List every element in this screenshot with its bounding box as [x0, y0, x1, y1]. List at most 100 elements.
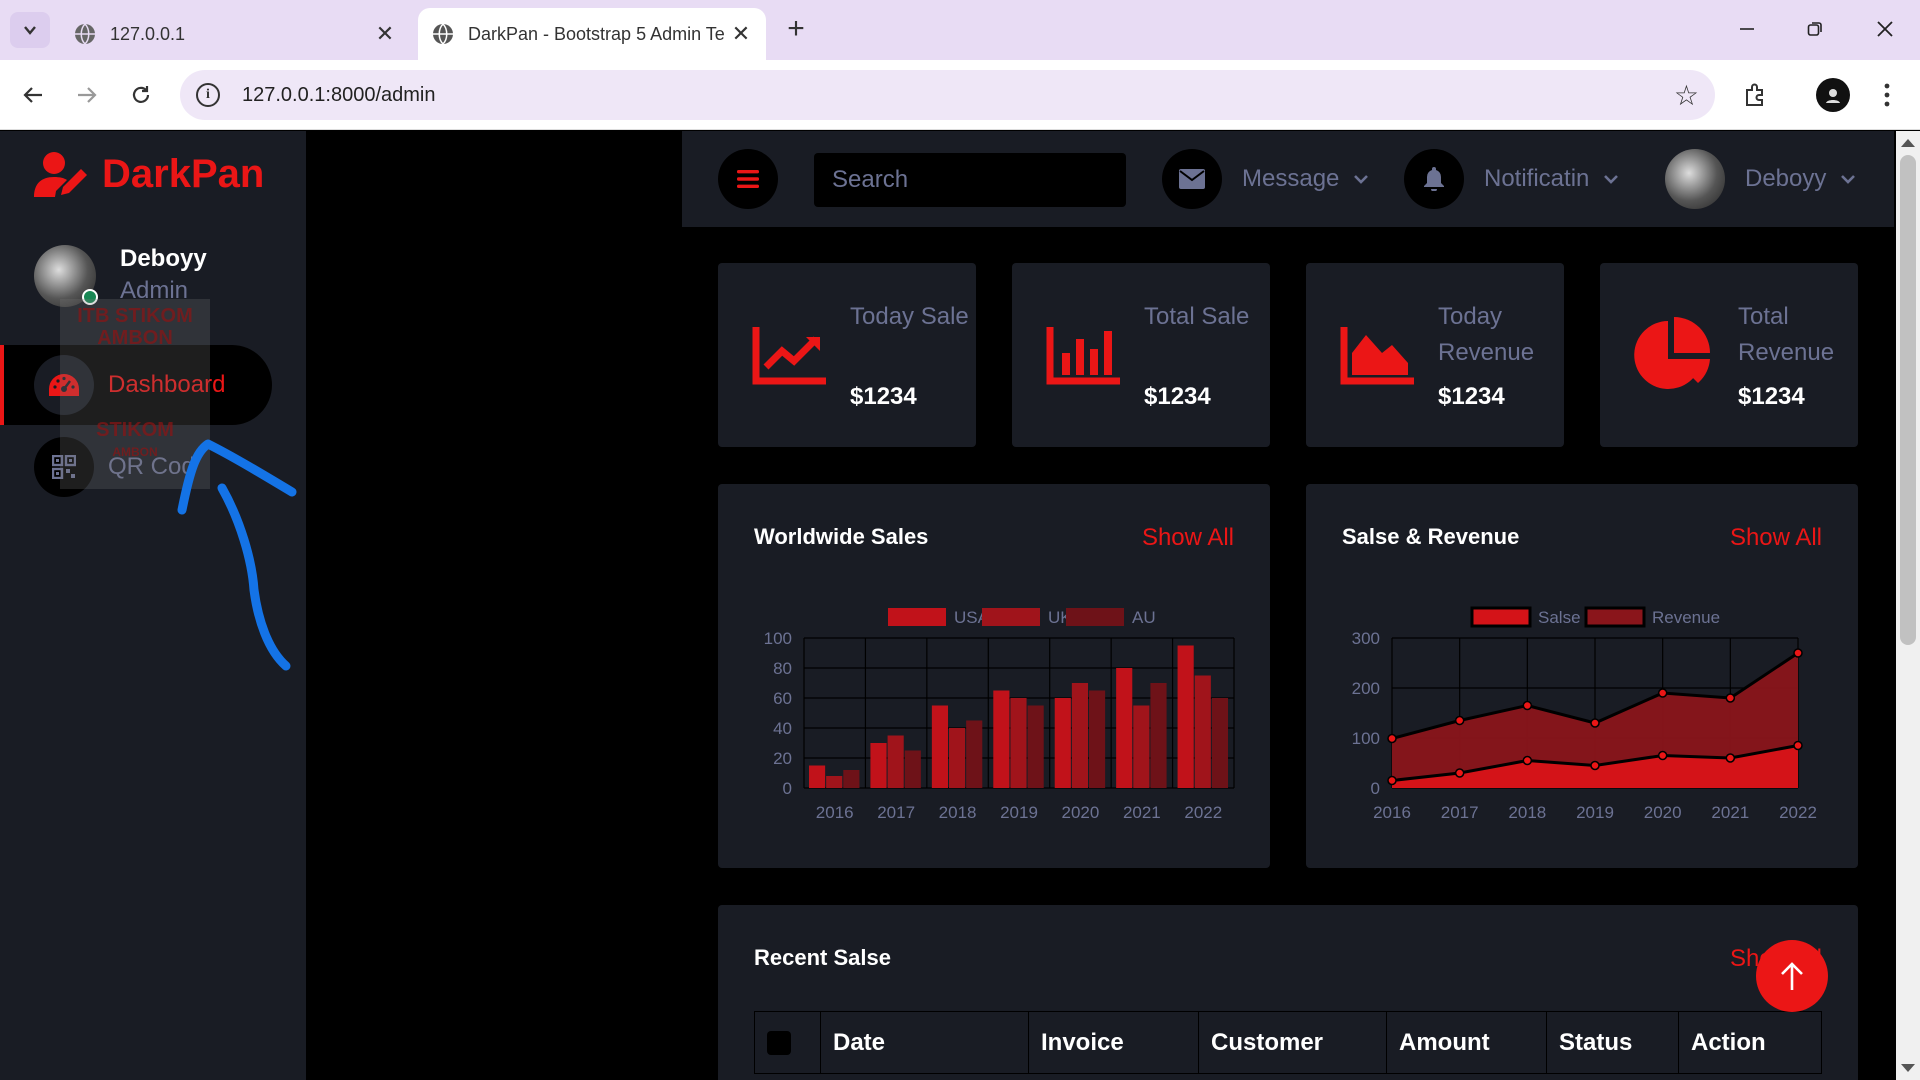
bookmark-star-icon[interactable]: ☆	[1674, 79, 1699, 112]
legend-label: Salse	[1538, 608, 1581, 627]
back-to-top-button[interactable]	[1756, 940, 1828, 1012]
bar	[809, 765, 826, 788]
x-tick-label: 2016	[816, 803, 854, 822]
avatar	[34, 245, 98, 307]
data-point	[1590, 718, 1600, 728]
restore-icon[interactable]	[1800, 14, 1830, 44]
scroll-down-arrow-icon[interactable]	[1901, 1064, 1915, 1072]
legend-label: AU	[1132, 608, 1156, 627]
user-label: Deboyy	[1745, 165, 1827, 192]
stat-value: $1234	[1438, 383, 1505, 410]
bar	[931, 705, 948, 788]
panel-title: Recent Salse	[754, 945, 891, 970]
stat-card-today-sale: Today Sale $1234	[718, 263, 976, 447]
close-icon[interactable]: ✕	[730, 23, 752, 45]
notification-dropdown[interactable]: Notificatin	[1404, 149, 1619, 209]
bar	[1010, 698, 1027, 788]
bar	[1211, 698, 1228, 788]
column-header: Amount	[1386, 1011, 1547, 1074]
bell-icon	[1404, 149, 1464, 209]
forward-arrow-icon[interactable]	[72, 80, 102, 110]
browser-profile-icon[interactable]	[1816, 78, 1850, 112]
legend-swatch	[1470, 606, 1532, 628]
new-tab-button[interactable]: +	[780, 14, 812, 46]
minimize-icon[interactable]	[1732, 14, 1762, 44]
x-tick-label: 2022	[1779, 803, 1817, 822]
bar	[1133, 705, 1150, 788]
search-input[interactable]	[814, 153, 1126, 207]
stat-value: $1234	[850, 383, 917, 410]
stat-value: $1234	[1144, 383, 1211, 410]
y-tick-label: 300	[1352, 629, 1380, 648]
salse-revenue-chart: Salse Revenue 0 100 200 300 2016 2017 2018 2019 20…	[1352, 606, 1817, 822]
recent-salse-table: Date Invoice Customer Amount Status Acti…	[754, 1011, 1822, 1074]
close-icon[interactable]: ✕	[374, 23, 396, 45]
window-close-icon[interactable]	[1870, 14, 1900, 44]
y-tick-label: 40	[773, 719, 792, 738]
bar	[870, 743, 887, 788]
x-tick-label: 2020	[1062, 803, 1100, 822]
site-info-icon[interactable]: i	[196, 83, 220, 107]
bar	[1027, 705, 1044, 788]
data-point	[1725, 693, 1736, 703]
chevron-down-icon	[1841, 175, 1856, 184]
chart-line-icon	[752, 327, 826, 385]
x-tick-label: 2021	[1711, 803, 1749, 822]
data-point	[1522, 700, 1533, 711]
data-point	[1590, 760, 1600, 771]
address-bar[interactable]: i 127.0.0.1:8000/admin ☆	[180, 70, 1715, 120]
x-tick-label: 2018	[939, 803, 977, 822]
watermark-line: AMBON	[112, 445, 158, 459]
page-scrollbar[interactable]	[1896, 131, 1920, 1080]
browser-tab-bar: 127.0.0.1 ✕ DarkPan - Bootstrap 5 Admin …	[0, 0, 1920, 60]
x-tick-label: 2019	[1000, 803, 1038, 822]
column-header: Customer	[1198, 1011, 1387, 1074]
bar	[966, 720, 983, 788]
sidebar-toggle-button[interactable]	[718, 149, 778, 209]
x-tick-label: 2017	[1441, 803, 1479, 822]
x-tick-label: 2018	[1508, 803, 1546, 822]
back-arrow-icon[interactable]	[18, 80, 48, 110]
bar	[1194, 675, 1211, 788]
legend-label: Revenue	[1652, 608, 1720, 627]
y-tick-label: 100	[1352, 729, 1380, 748]
extensions-icon[interactable]	[1738, 78, 1772, 112]
bar	[993, 690, 1010, 788]
bar	[826, 776, 843, 788]
brand-logo[interactable]: DarkPan	[34, 151, 264, 197]
select-all-checkbox[interactable]	[767, 1031, 791, 1056]
sidebar: DarkPan Deboyy Admin Dashboard QR Cod IT…	[0, 131, 306, 1080]
browser-tab-active[interactable]: DarkPan - Bootstrap 5 Admin Te ✕	[418, 8, 766, 60]
arrow-up-icon	[1781, 962, 1803, 990]
scroll-up-arrow-icon[interactable]	[1901, 139, 1915, 147]
stat-label: Total Sale	[1144, 303, 1250, 330]
url-text: 127.0.0.1:8000/admin	[242, 83, 436, 106]
y-tick-label: 200	[1352, 679, 1380, 698]
data-point	[1793, 648, 1803, 658]
data-point	[1793, 740, 1803, 751]
data-point	[1657, 688, 1668, 698]
column-header: Invoice	[1028, 1011, 1199, 1074]
legend-swatch	[888, 608, 946, 626]
message-label: Message	[1242, 165, 1340, 192]
user-dropdown[interactable]: Deboyy	[1665, 149, 1856, 209]
y-tick-label: 20	[773, 749, 792, 768]
bar	[904, 750, 921, 788]
stat-card-total-sale: Total Sale $1234	[1012, 263, 1270, 447]
bar	[887, 735, 904, 788]
y-tick-label: 80	[773, 659, 792, 678]
browser-menu-icon[interactable]	[1870, 78, 1904, 112]
tab-title: DarkPan - Bootstrap 5 Admin Te	[468, 23, 725, 44]
reload-icon[interactable]	[126, 80, 156, 110]
column-header: Date	[820, 1011, 1029, 1074]
bar	[1054, 698, 1071, 788]
data-point	[1522, 755, 1533, 766]
scroll-thumb[interactable]	[1900, 155, 1916, 645]
bar	[843, 770, 860, 788]
tab-title: 127.0.0.1	[110, 23, 186, 44]
message-dropdown[interactable]: Message	[1162, 149, 1369, 209]
bar	[1177, 645, 1194, 788]
data-point	[1454, 768, 1465, 778]
tab-search-button[interactable]	[10, 12, 50, 48]
browser-tab-inactive[interactable]: 127.0.0.1 ✕	[60, 8, 410, 60]
